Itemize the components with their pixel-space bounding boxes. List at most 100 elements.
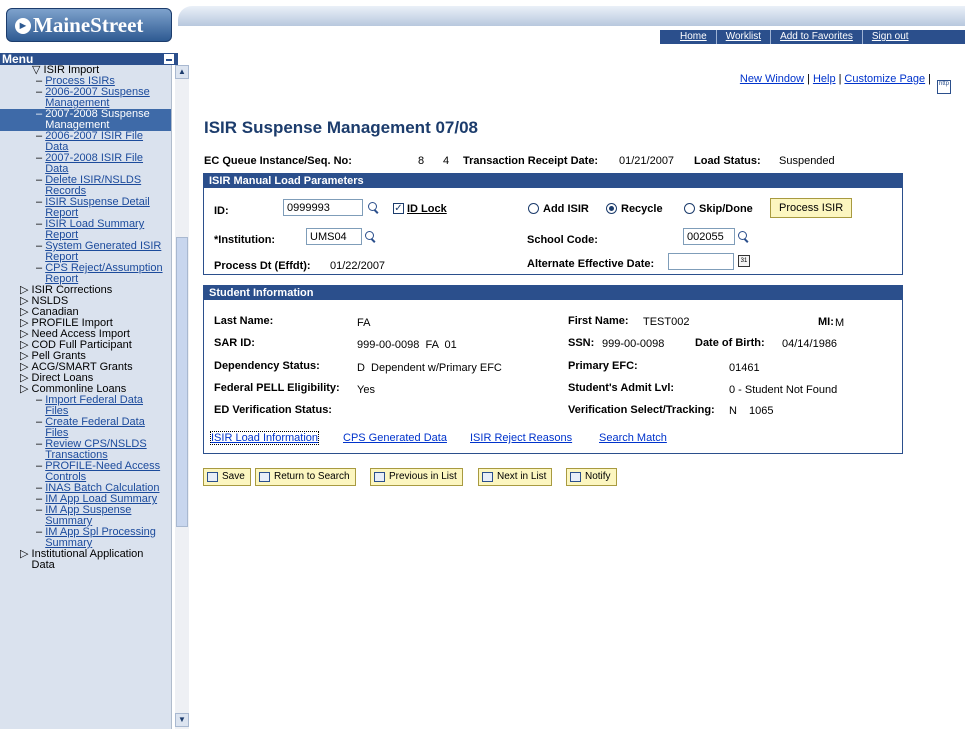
navigation-menu: ▽ ISIR Import – Process ISIRs – 2006-2007 … <box>0 65 172 729</box>
calendar-icon[interactable]: 31 <box>738 255 750 267</box>
menu-item-label[interactable]: PROFILE-Need Access Controls <box>45 461 169 483</box>
previous-in-list-button[interactable]: Previous in List <box>370 468 463 486</box>
new-window-link[interactable]: New Window <box>740 73 804 85</box>
load-status: Suspended <box>779 155 835 167</box>
id-lock-label: ID Lock <box>407 203 447 215</box>
menu-item[interactable]: ▷ Institutional Application Data <box>0 549 171 571</box>
school-code-label: School Code: <box>527 234 598 246</box>
menu-item[interactable]: – ISIR Load Summary Report <box>0 219 171 241</box>
logo-mark-icon: ► <box>15 18 31 34</box>
school-code-lookup-icon[interactable] <box>738 231 750 243</box>
menu-item[interactable]: – 2007-2008 Suspense Management <box>0 109 171 131</box>
menu-item-label[interactable]: IM App Spl Processing Summary <box>45 527 169 549</box>
alt-effective-date-input[interactable] <box>668 253 734 270</box>
http-icon[interactable]: http <box>937 80 951 94</box>
menu-item-label[interactable]: 2006-2007 ISIR File Data <box>45 131 169 153</box>
save-button[interactable]: Save <box>203 468 251 486</box>
menu-item[interactable]: – IM App Suspense Summary <box>0 505 171 527</box>
menu-item-label[interactable]: System Generated ISIR Report <box>45 241 169 263</box>
menu-item-marker-icon: – <box>36 240 46 252</box>
search-match-link[interactable]: Search Match <box>599 432 667 444</box>
add-to-favorites-link[interactable]: Add to Favorites <box>770 30 862 44</box>
menu-item[interactable]: – System Generated ISIR Report <box>0 241 171 263</box>
mainestreet-logo[interactable]: ► MaineStreet <box>6 8 172 42</box>
menu-item-marker-icon: – <box>36 438 46 450</box>
mi-label: MI: <box>818 316 834 328</box>
id-input[interactable] <box>283 199 363 216</box>
universal-nav: Home Worklist Add to Favorites Sign out <box>660 30 965 44</box>
isir-reject-reasons-link[interactable]: ISIR Reject Reasons <box>470 432 572 444</box>
trans-date: 01/21/2007 <box>619 155 675 167</box>
recycle-radio[interactable] <box>606 203 617 214</box>
menu-item[interactable]: – CPS Reject/Assumption Report <box>0 263 171 285</box>
verification-flag: N <box>729 405 737 417</box>
first-name: TEST002 <box>643 316 690 328</box>
menu-item[interactable]: – IM App Spl Processing Summary <box>0 527 171 549</box>
id-lock-checkbox[interactable]: ✓ <box>393 203 404 214</box>
menu-item-marker-icon: – <box>36 262 46 274</box>
panel-header: Student Information <box>204 286 902 300</box>
menu-item-label[interactable]: ISIR Load Summary Report <box>45 219 169 241</box>
previous-icon <box>374 472 385 482</box>
last-name-label: Last Name: <box>214 315 274 327</box>
menu-item-label[interactable]: Review CPS/NSLDS Transactions <box>45 439 169 461</box>
return-to-search-button[interactable]: Return to Search <box>255 468 356 486</box>
separator: | <box>807 73 810 85</box>
menu-item[interactable]: – Delete ISIR/NSLDS Records <box>0 175 171 197</box>
help-link[interactable]: Help <box>813 73 836 85</box>
logo-text: MaineStreet <box>33 13 144 37</box>
isir-load-information-link[interactable]: ISIR Load Information <box>209 431 320 445</box>
menu-item-label: 2007-2008 Suspense Management <box>45 108 150 131</box>
menu-item[interactable]: – 2006-2007 ISIR File Data <box>0 131 171 153</box>
load-status-label: Load Status: <box>694 155 761 167</box>
menu-item-label[interactable]: ISIR Suspense Detail Report <box>45 197 169 219</box>
cps-generated-data-link[interactable]: CPS Generated Data <box>343 432 447 444</box>
school-code-input[interactable] <box>683 228 735 245</box>
menu-item-label[interactable]: 2007-2008 ISIR File Data <box>45 153 169 175</box>
menu-item-marker-icon: – <box>36 526 46 538</box>
add-isir-label: Add ISIR <box>543 203 589 215</box>
institution-lookup-icon[interactable] <box>365 231 377 243</box>
sar-id: 999-00-0098 FA 01 <box>357 339 457 351</box>
ssn: 999-00-0098 <box>602 338 665 350</box>
menu-item-marker-icon: – <box>36 394 46 406</box>
sign-out-link[interactable]: Sign out <box>861 30 918 44</box>
menu-item[interactable]: – ISIR Suspense Detail Report <box>0 197 171 219</box>
menu-item-label[interactable]: Import Federal Data Files <box>45 395 169 417</box>
menu-item[interactable]: – 2007-2008 ISIR File Data <box>0 153 171 175</box>
menu-item-label[interactable]: Delete ISIR/NSLDS Records <box>45 175 169 197</box>
process-isir-button[interactable]: Process ISIR <box>770 198 853 218</box>
menu-item-label[interactable]: Create Federal Data Files <box>45 417 169 439</box>
customize-page-link[interactable]: Customize Page <box>844 73 925 85</box>
menu-item[interactable]: – 2006-2007 Suspense Management <box>0 87 171 109</box>
menu-item-marker-icon: – <box>36 86 46 98</box>
menu-item-label[interactable]: 2006-2007 Suspense Management <box>45 87 169 109</box>
menu-item-label[interactable]: CPS Reject/Assumption Report <box>45 263 169 285</box>
notify-button[interactable]: Notify <box>566 468 617 486</box>
separator: | <box>928 73 931 85</box>
scroll-up-icon[interactable]: ▲ <box>175 65 189 79</box>
menu-item[interactable]: – PROFILE-Need Access Controls <box>0 461 171 483</box>
search-icon <box>259 472 270 482</box>
scroll-thumb[interactable] <box>176 237 188 527</box>
queue-instance: 8 <box>418 155 425 167</box>
skip-done-radio[interactable] <box>684 203 695 214</box>
next-in-list-button[interactable]: Next in List <box>478 468 553 486</box>
menu-item[interactable]: – Create Federal Data Files <box>0 417 171 439</box>
scroll-down-icon[interactable]: ▼ <box>175 713 189 727</box>
institution-input[interactable] <box>306 228 362 245</box>
ssn-label: SSN: <box>568 337 595 349</box>
menu-item-marker-icon: – <box>36 504 46 516</box>
home-link[interactable]: Home <box>660 30 716 44</box>
menu-scrollbar[interactable]: ▲ ▼ <box>175 65 189 729</box>
add-isir-radio[interactable] <box>528 203 539 214</box>
menu-item[interactable]: – Import Federal Data Files <box>0 395 171 417</box>
minimize-menu-icon[interactable] <box>164 54 174 64</box>
dependency-label: Dependency Status: <box>214 360 320 372</box>
menu-item[interactable]: – Review CPS/NSLDS Transactions <box>0 439 171 461</box>
id-lookup-icon[interactable] <box>368 202 380 214</box>
menu-item-label[interactable]: IM App Suspense Summary <box>45 505 169 527</box>
menu-item-marker-icon: – <box>36 416 46 428</box>
worklist-link[interactable]: Worklist <box>715 30 770 44</box>
menu-item-label: Institutional Application Data <box>31 548 144 571</box>
